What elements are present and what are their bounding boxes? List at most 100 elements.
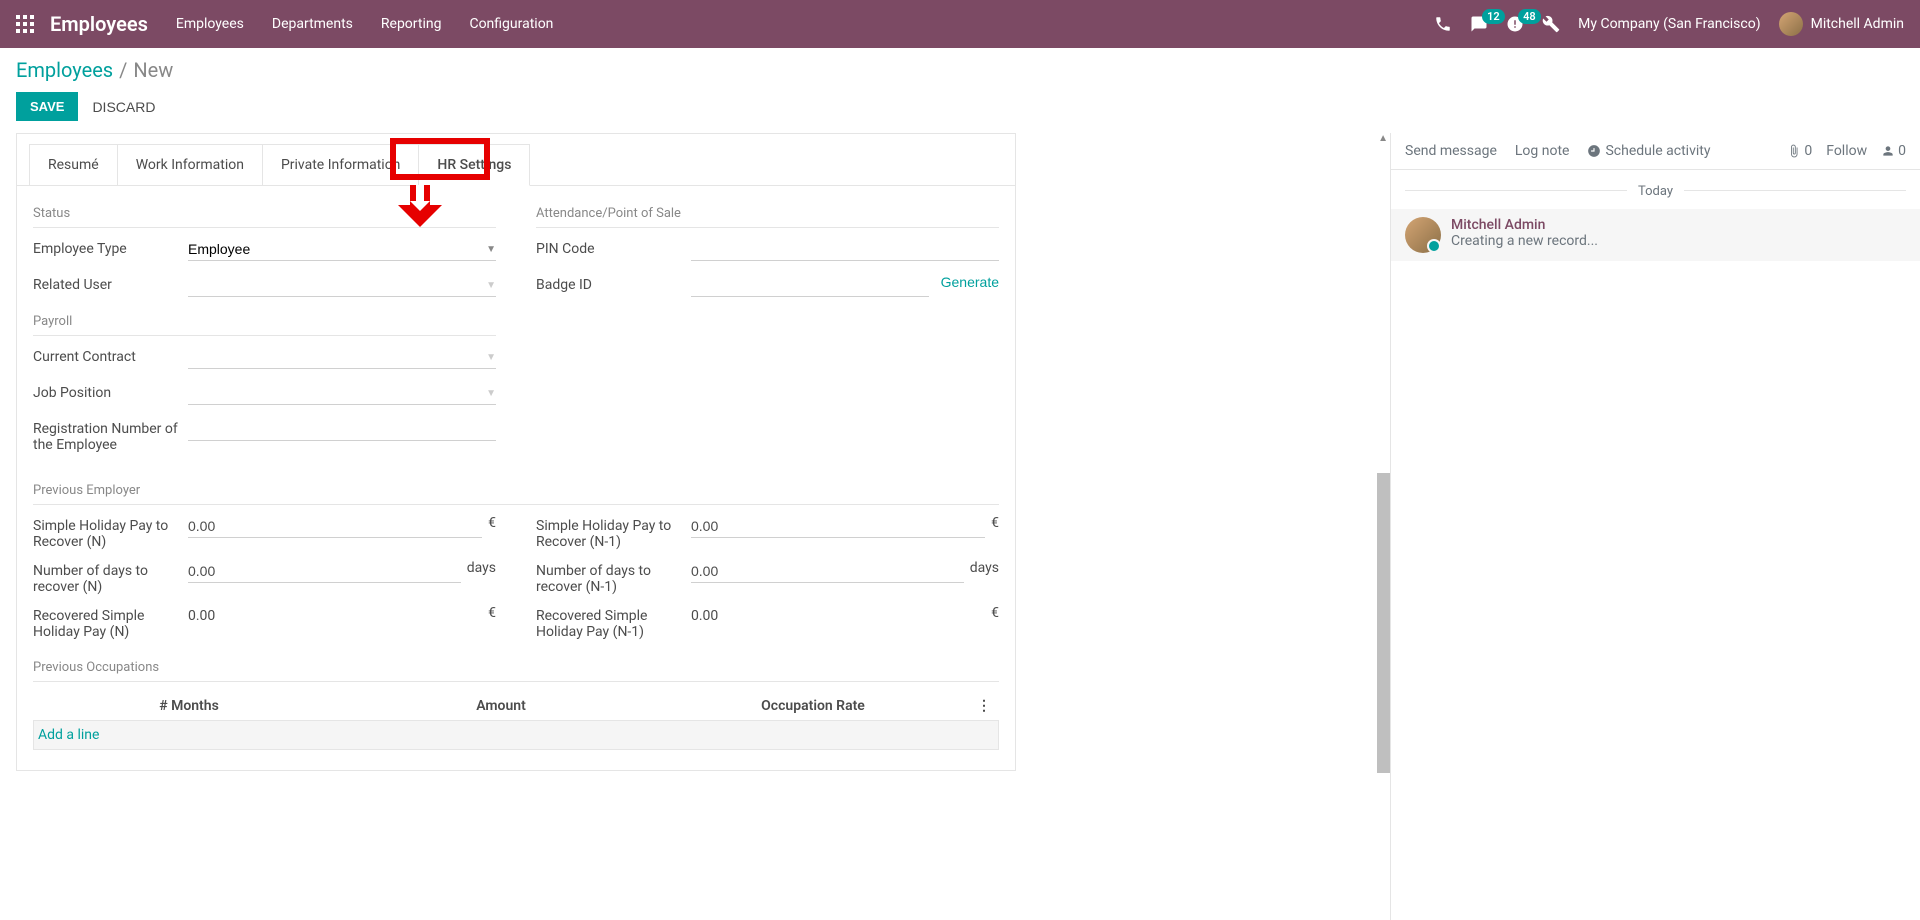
user-menu[interactable]: Mitchell Admin: [1779, 12, 1904, 36]
form-sheet: Resumé Work Information Private Informat…: [16, 133, 1016, 771]
label-holiday-n: Simple Holiday Pay to Recover (N): [33, 515, 188, 550]
debug-icon[interactable]: [1542, 15, 1560, 33]
input-days-n1[interactable]: [691, 560, 964, 583]
user-icon: [1881, 144, 1895, 158]
breadcrumb: Employees / New: [0, 48, 1920, 88]
th-rate: Occupation Rate: [657, 698, 969, 714]
save-button[interactable]: SAVE: [16, 92, 78, 121]
activities-icon[interactable]: 48: [1506, 15, 1524, 33]
field-related-user: Related User ▼: [33, 274, 496, 300]
label-employee-type: Employee Type: [33, 238, 188, 257]
section-prev-occupations: Previous Occupations: [33, 660, 999, 682]
th-months: # Months: [33, 698, 345, 714]
suffix-days-n: days: [467, 560, 496, 576]
messages-badge: 12: [1482, 9, 1505, 24]
scroll-up-icon[interactable]: ▲: [1378, 133, 1388, 144]
label-days-n1: Number of days to recover (N-1): [536, 560, 691, 595]
label-badge-id: Badge ID: [536, 274, 691, 293]
label-pin-code: PIN Code: [536, 238, 691, 257]
menu-reporting[interactable]: Reporting: [381, 16, 442, 32]
breadcrumb-current: New: [133, 58, 173, 82]
messages-icon[interactable]: 12: [1470, 15, 1488, 33]
section-attendance: Attendance/Point of Sale: [536, 206, 999, 228]
message-author[interactable]: Mitchell Admin: [1451, 217, 1906, 233]
message-avatar-icon: [1405, 217, 1441, 253]
input-days-n[interactable]: [188, 560, 461, 583]
field-holiday-n1: Simple Holiday Pay to Recover (N-1) €: [536, 515, 999, 550]
breadcrumb-root[interactable]: Employees: [16, 58, 113, 82]
left-col: Status Employee Type ▼ Related User ▼: [33, 206, 496, 463]
navbar-brand[interactable]: Employees: [50, 12, 148, 36]
value-recovered-n: 0.00: [188, 605, 482, 627]
message-text: Creating a new record...: [1451, 233, 1906, 249]
label-recovered-n: Recovered Simple Holiday Pay (N): [33, 605, 188, 640]
field-holiday-n: Simple Holiday Pay to Recover (N) €: [33, 515, 496, 550]
field-reg-number: Registration Number of the Employee: [33, 418, 496, 453]
caret-down-icon[interactable]: ▼: [486, 352, 496, 363]
tab-resume[interactable]: Resumé: [29, 144, 118, 185]
label-holiday-n1: Simple Holiday Pay to Recover (N-1): [536, 515, 691, 550]
form-area: ▲ Resumé Work Information Private Inform…: [0, 133, 1390, 920]
field-badge-id: Badge ID Generate: [536, 274, 999, 300]
label-days-n: Number of days to recover (N): [33, 560, 188, 595]
caret-down-icon[interactable]: ▼: [486, 388, 496, 399]
label-job-position: Job Position: [33, 382, 188, 401]
add-line-button[interactable]: Add a line: [33, 720, 999, 750]
caret-down-icon[interactable]: ▼: [486, 280, 496, 291]
field-job-position: Job Position ▼: [33, 382, 496, 408]
discard-button[interactable]: DISCARD: [92, 99, 155, 115]
value-recovered-n1: 0.00: [691, 605, 985, 627]
form-body: Status Employee Type ▼ Related User ▼: [17, 186, 1015, 483]
tabs: Resumé Work Information Private Informat…: [17, 134, 1015, 186]
control-row: SAVE DISCARD: [0, 88, 1920, 133]
phone-icon[interactable]: [1434, 15, 1452, 33]
section-prev-employer: Previous Employer: [33, 483, 999, 505]
label-related-user: Related User: [33, 274, 188, 293]
field-recovered-n1: Recovered Simple Holiday Pay (N-1) 0.00 …: [536, 605, 999, 640]
company-switcher[interactable]: My Company (San Francisco): [1578, 16, 1760, 32]
field-employee-type: Employee Type ▼: [33, 238, 496, 264]
tab-private-info[interactable]: Private Information: [262, 144, 419, 185]
field-days-n1: Number of days to recover (N-1) days: [536, 560, 999, 595]
input-current-contract[interactable]: ▼: [188, 346, 496, 369]
attachments-button[interactable]: 0: [1787, 143, 1812, 159]
top-navbar: Employees Employees Departments Reportin…: [0, 0, 1920, 48]
follow-button[interactable]: Follow: [1826, 143, 1867, 159]
menu-configuration[interactable]: Configuration: [469, 16, 553, 32]
input-job-position[interactable]: ▼: [188, 382, 496, 405]
tab-work-info[interactable]: Work Information: [117, 144, 263, 185]
input-employee-type[interactable]: ▼: [188, 238, 496, 261]
apps-icon[interactable]: [16, 15, 34, 33]
input-badge-id-wrap: [691, 274, 929, 297]
label-current-contract: Current Contract: [33, 346, 188, 365]
suffix-recovered-n: €: [488, 605, 496, 621]
caret-down-icon[interactable]: ▼: [486, 244, 496, 255]
send-message-button[interactable]: Send message: [1405, 143, 1497, 159]
generate-button[interactable]: Generate: [941, 274, 999, 290]
user-avatar-icon: [1779, 12, 1803, 36]
input-related-user[interactable]: ▼: [188, 274, 496, 297]
input-pin-code[interactable]: [691, 238, 999, 261]
menu-departments[interactable]: Departments: [272, 16, 353, 32]
clock-icon: [1587, 144, 1601, 158]
occupations-table: # Months Amount Occupation Rate ⋮ Add a …: [17, 692, 1015, 770]
activities-badge: 48: [1518, 9, 1541, 24]
followers-button[interactable]: 0: [1881, 143, 1906, 159]
field-current-contract: Current Contract ▼: [33, 346, 496, 372]
kebab-icon[interactable]: ⋮: [969, 698, 999, 714]
chatter-toolbar: Send message Log note Schedule activity …: [1391, 133, 1920, 170]
input-holiday-n1[interactable]: [691, 515, 985, 538]
chatter-message: Mitchell Admin Creating a new record...: [1391, 209, 1920, 261]
input-holiday-n[interactable]: [188, 515, 482, 538]
main-layout: ▲ Resumé Work Information Private Inform…: [0, 133, 1920, 920]
log-note-button[interactable]: Log note: [1515, 143, 1570, 159]
suffix-holiday-n1: €: [991, 515, 999, 531]
input-reg-number[interactable]: [188, 418, 496, 441]
paperclip-icon: [1787, 144, 1801, 158]
tab-hr-settings[interactable]: HR Settings: [418, 144, 530, 186]
menu-employees[interactable]: Employees: [176, 16, 244, 32]
schedule-activity-button[interactable]: Schedule activity: [1587, 143, 1710, 159]
input-badge-id[interactable]: [691, 274, 929, 296]
section-status: Status: [33, 206, 496, 228]
scrollbar-thumb[interactable]: [1377, 473, 1390, 773]
